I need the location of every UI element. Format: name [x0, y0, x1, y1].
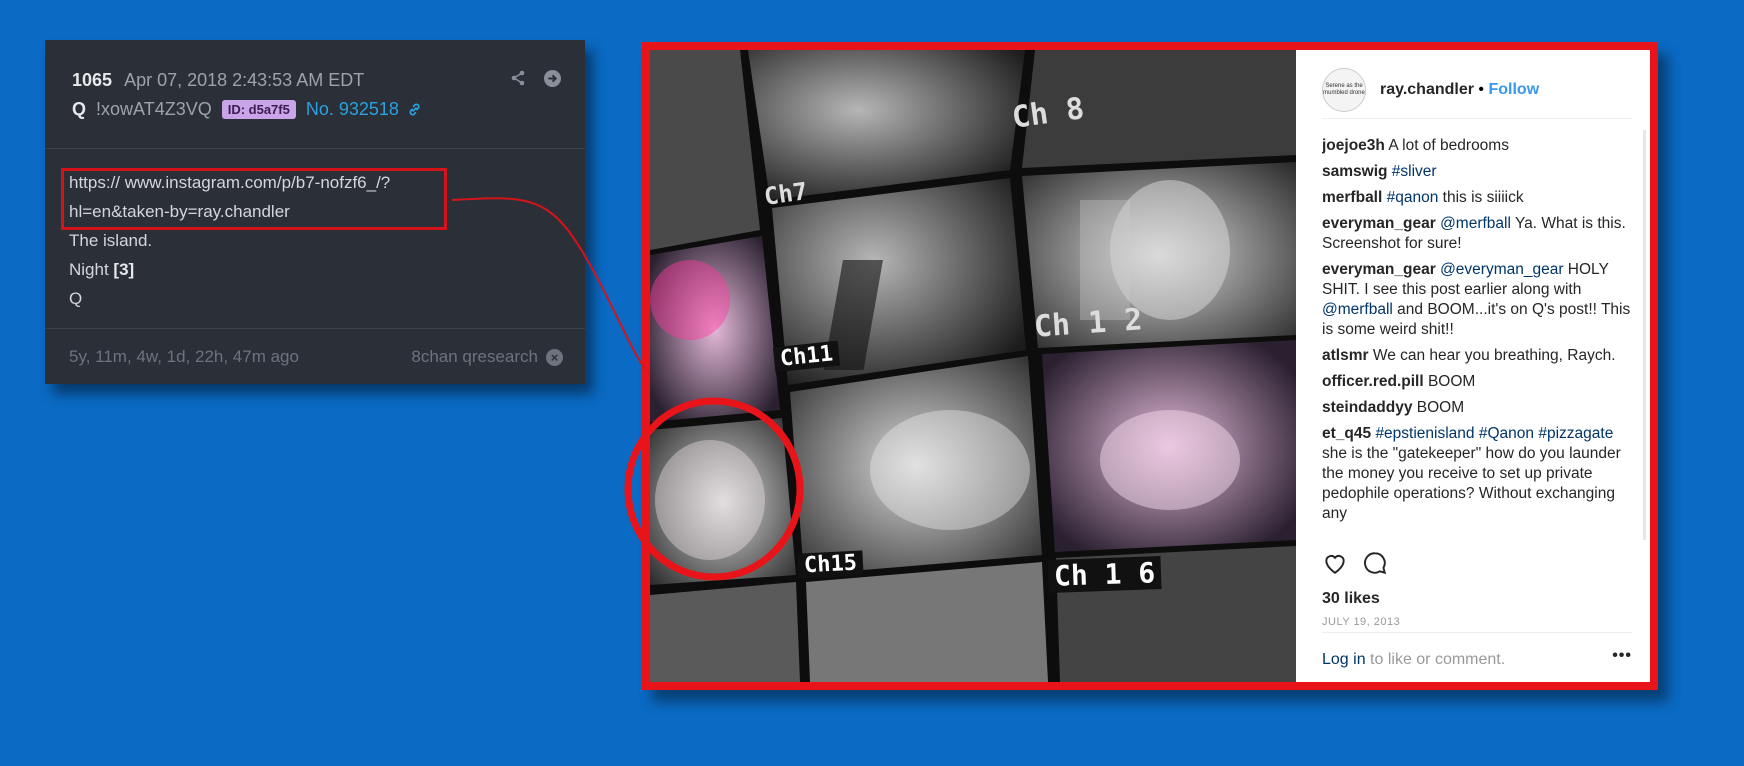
comment: everyman_gear @everyman_gear HOLY SHIT. …: [1322, 260, 1632, 340]
post-number-link[interactable]: No. 932518: [306, 99, 422, 120]
comment-username[interactable]: merfball: [1322, 189, 1382, 206]
post-header-actions: [510, 70, 561, 87]
comment-text: BOOM: [1427, 373, 1476, 390]
post-age: 5y, 11m, 4w, 1d, 22h, 47m ago: [69, 347, 299, 366]
post-tripcode: !xowAT4Z3VQ: [96, 99, 212, 119]
comment: atlsmr We can hear you breathing, Raych.: [1322, 346, 1632, 366]
comment-tag-link[interactable]: @merfball: [1322, 301, 1393, 318]
post-id-badge[interactable]: ID: d5a7f5: [221, 100, 296, 119]
cctv-photo[interactable]: Ch 8 Ch7 Ch 1 2 Ch11 Ch15 Ch 1 6: [650, 50, 1296, 682]
comment-username[interactable]: steindaddyy: [1322, 399, 1412, 416]
comment: everyman_gear @merfball Ya. What is this…: [1322, 214, 1632, 254]
comments-scrollbar[interactable]: [1643, 130, 1646, 540]
post-number-link-label: No. 932518: [305, 99, 399, 119]
post-source: 8chan qresearch ×: [411, 347, 563, 367]
post-date: Apr 07, 2018 2:43:53 AM EDT: [124, 70, 365, 90]
channel-label: Ch 1 6: [1047, 556, 1162, 593]
ig-header: Serene as the mumbled drone ray.chandler…: [1322, 62, 1632, 119]
comment-icon[interactable]: [1362, 550, 1388, 576]
post-night-number: [3]: [113, 260, 135, 279]
post-header: 1065 Apr 07, 2018 2:43:53 AM EDT Q !xowA…: [45, 40, 585, 149]
post-night-label: Night: [69, 260, 114, 279]
comment: samswig #sliver: [1322, 162, 1632, 182]
comment-tag-link[interactable]: @merfball: [1440, 215, 1511, 232]
avatar-text: Serene as the mumbled drone: [1323, 83, 1365, 96]
comment-username[interactable]: joejoe3h: [1322, 137, 1385, 154]
post-footer: 5y, 11m, 4w, 1d, 22h, 47m ago 8chan qres…: [45, 328, 585, 384]
post-author-row: Q !xowAT4Z3VQ ID: d5a7f5 No. 932518: [72, 99, 422, 120]
ig-separator: •: [1478, 81, 1485, 98]
comment: joejoe3h A lot of bedrooms: [1322, 136, 1632, 156]
comment-text: We can hear you breathing, Raych.: [1372, 347, 1616, 364]
post-number: 1065: [72, 70, 113, 90]
post-text-line: Night [3]: [69, 255, 390, 284]
comment-username[interactable]: samswig: [1322, 163, 1387, 180]
url-highlight-box: [61, 168, 447, 230]
comment-tag-link[interactable]: #epstienisland: [1375, 425, 1474, 442]
ig-actions: [1322, 550, 1388, 576]
comment-tag-link[interactable]: #qanon: [1387, 189, 1439, 206]
comment-username[interactable]: everyman_gear: [1322, 261, 1436, 278]
comment-tag-link[interactable]: #Qanon: [1479, 425, 1534, 442]
instagram-sidebar: Serene as the mumbled drone ray.chandler…: [1296, 50, 1650, 682]
post-signature: Q: [69, 289, 83, 308]
comment: merfball #qanon this is siiiick: [1322, 188, 1632, 208]
comment-tag-link[interactable]: @everyman_gear: [1440, 261, 1563, 278]
q-post-card: 1065 Apr 07, 2018 2:43:53 AM EDT Q !xowA…: [45, 40, 585, 384]
heart-icon[interactable]: [1322, 550, 1348, 576]
close-circle-icon[interactable]: ×: [546, 348, 563, 366]
comment-text: A lot of bedrooms: [1388, 137, 1509, 154]
avatar[interactable]: Serene as the mumbled drone: [1322, 68, 1366, 112]
comment-text: BOOM: [1416, 399, 1465, 416]
link-icon: [409, 103, 420, 116]
comment: steindaddyy BOOM: [1322, 398, 1632, 418]
share-icon[interactable]: [510, 70, 526, 86]
comment-text: she is the "gatekeeper" how do you laund…: [1322, 445, 1621, 522]
login-prompt: Log in to like or comment. •••: [1322, 632, 1632, 681]
cctv-monitor-grid: [650, 50, 1296, 682]
follow-button[interactable]: Follow: [1488, 81, 1539, 98]
comment: officer.red.pill BOOM: [1322, 372, 1632, 392]
post-author: Q: [72, 99, 87, 119]
instagram-post-frame: Ch 8 Ch7 Ch 1 2 Ch11 Ch15 Ch 1 6 Serene …: [642, 42, 1658, 690]
channel-label: Ch15: [797, 550, 864, 579]
comment-username[interactable]: officer.red.pill: [1322, 373, 1424, 390]
comments-list: joejoe3h A lot of bedrooms samswig #slive…: [1322, 136, 1632, 536]
more-icon[interactable]: •••: [1612, 647, 1632, 665]
arrow-circle-right-icon[interactable]: [544, 70, 561, 87]
comment-username[interactable]: everyman_gear: [1322, 215, 1436, 232]
login-rest: to like or comment.: [1365, 651, 1506, 668]
comment: et_q45 #epstienisland #Qanon #pizzagate …: [1322, 424, 1632, 524]
comment-tag-link[interactable]: #sliver: [1392, 163, 1437, 180]
like-count[interactable]: 30 likes: [1322, 590, 1380, 608]
comment-text: this is siiiick: [1438, 189, 1524, 206]
comment-tag-link[interactable]: #pizzagate: [1538, 425, 1613, 442]
login-link[interactable]: Log in: [1322, 651, 1366, 668]
post-source-label: 8chan qresearch: [411, 347, 538, 366]
post-text-line: The island.: [69, 231, 153, 250]
comment-username[interactable]: atlsmr: [1322, 347, 1369, 364]
post-meta-row: 1065 Apr 07, 2018 2:43:53 AM EDT: [72, 70, 364, 91]
comment-username[interactable]: et_q45: [1322, 425, 1371, 442]
ig-username[interactable]: ray.chandler: [1380, 81, 1474, 98]
post-date: JULY 19, 2013: [1322, 616, 1401, 628]
